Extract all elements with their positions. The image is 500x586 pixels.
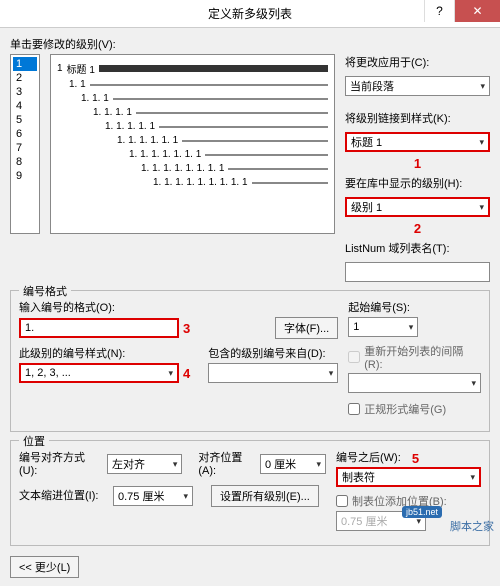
- listnum-label: ListNum 域列表名(T):: [345, 240, 490, 256]
- level-item[interactable]: 7: [13, 141, 37, 155]
- level-item[interactable]: 5: [13, 113, 37, 127]
- align-label: 编号对齐方式(U):: [19, 449, 103, 477]
- level-list-label: 单击要修改的级别(V):: [10, 36, 490, 52]
- font-button[interactable]: 字体(F)...: [275, 317, 338, 339]
- indent-spinner[interactable]: 0.75 厘米: [113, 486, 193, 506]
- link-style-select[interactable]: 标题 1: [345, 132, 490, 152]
- gallery-level-label: 要在库中显示的级别(H):: [345, 175, 490, 191]
- annotation-4: 4: [183, 366, 190, 381]
- annotation-5: 5: [412, 451, 419, 466]
- watermark: 脚本之家: [450, 518, 494, 534]
- follow-select[interactable]: 制表符: [336, 467, 481, 487]
- level-listbox[interactable]: 1 2 3 4 5 6 7 8 9: [10, 54, 40, 234]
- indent-label: 文本缩进位置(I):: [19, 487, 109, 503]
- level-item[interactable]: 8: [13, 155, 37, 169]
- format-section-title: 编号格式: [19, 283, 71, 299]
- level-item[interactable]: 1: [13, 57, 37, 71]
- less-button[interactable]: << 更少(L): [10, 556, 79, 578]
- legal-checkbox[interactable]: [348, 403, 360, 415]
- apply-to-select[interactable]: 当前段落: [345, 76, 490, 96]
- set-all-levels-button[interactable]: 设置所有级别(E)...: [211, 485, 319, 507]
- include-level-select[interactable]: [208, 363, 338, 383]
- titlebar: 定义新多级列表 ? ✕: [0, 0, 500, 28]
- link-style-label: 将级别链接到样式(K):: [345, 110, 490, 126]
- annotation-3: 3: [183, 321, 190, 336]
- start-at-spinner[interactable]: 1: [348, 317, 418, 337]
- annotation-2: 2: [414, 221, 421, 236]
- number-format-input[interactable]: 1.: [19, 318, 179, 338]
- tab-stop-checkbox[interactable]: [336, 495, 348, 507]
- align-select[interactable]: 左对齐: [107, 454, 182, 474]
- close-button[interactable]: ✕: [454, 0, 500, 22]
- align-at-label: 对齐位置(A):: [198, 449, 256, 477]
- position-section-title: 位置: [19, 433, 49, 449]
- apply-to-label: 将更改应用于(C):: [345, 54, 490, 70]
- help-button[interactable]: ?: [424, 0, 454, 22]
- number-style-label: 此级别的编号样式(N):: [19, 345, 190, 361]
- level-item[interactable]: 2: [13, 71, 37, 85]
- listnum-input[interactable]: [345, 262, 490, 282]
- restart-checkbox: [348, 351, 360, 363]
- align-at-spinner[interactable]: 0 厘米: [260, 454, 326, 474]
- level-item[interactable]: 6: [13, 127, 37, 141]
- annotation-1: 1: [414, 156, 421, 171]
- level-item[interactable]: 3: [13, 85, 37, 99]
- site-logo: jb51.net: [402, 506, 442, 518]
- include-level-label: 包含的级别编号来自(D):: [208, 345, 338, 361]
- restart-select: [348, 373, 481, 393]
- number-format-label: 输入编号的格式(O):: [19, 299, 338, 315]
- level-item[interactable]: 4: [13, 99, 37, 113]
- level-item[interactable]: 9: [13, 169, 37, 183]
- preview-pane: 1 标题 1 1. 11. 1. 11. 1. 1. 11. 1. 1. 1. …: [50, 54, 335, 234]
- follow-label: 编号之后(W):: [336, 449, 401, 465]
- gallery-level-select[interactable]: 级别 1: [345, 197, 490, 217]
- dialog-title: 定义新多级列表: [208, 5, 292, 22]
- number-style-select[interactable]: 1, 2, 3, ...: [19, 363, 179, 383]
- start-at-label: 起始编号(S):: [348, 299, 481, 315]
